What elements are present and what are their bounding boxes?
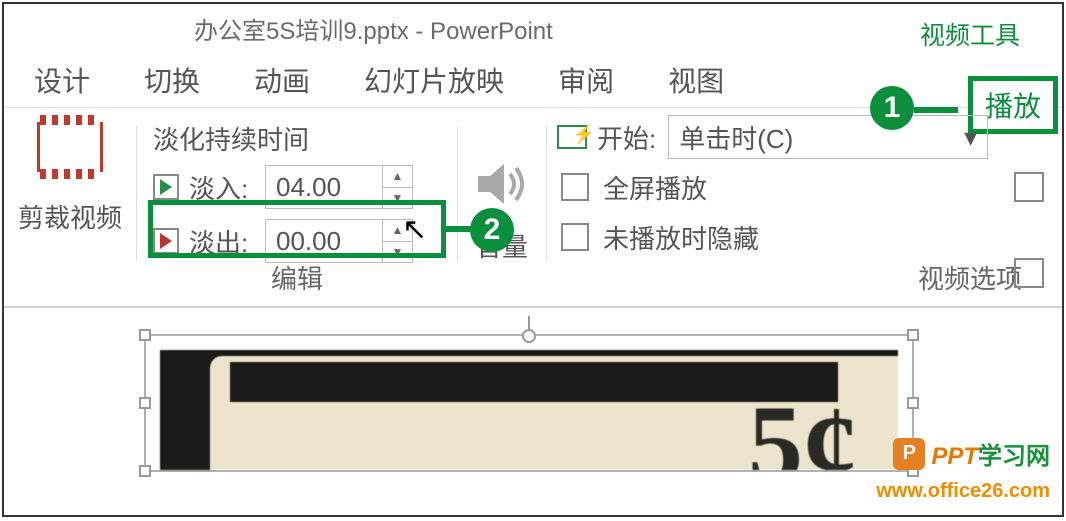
start-label: 开始: <box>597 119 656 156</box>
fade-out-input[interactable]: 00.00 <box>265 219 383 263</box>
fade-in-spinner[interactable]: ▲▼ <box>383 165 413 209</box>
contextual-tab-video-tools[interactable]: 视频工具 <box>900 10 1040 58</box>
video-object-selection[interactable]: 5¢ <box>144 334 914 472</box>
window-title: 办公室5S培训9.pptx - PowerPoint <box>194 11 553 46</box>
tab-review[interactable]: 审阅 <box>558 60 614 100</box>
group-label-edit: 编辑 <box>137 259 457 296</box>
fade-in-input[interactable]: 04.00 <box>265 165 383 209</box>
trim-video-button[interactable]: 剪裁视频 <box>18 198 122 235</box>
fade-out-icon <box>153 228 179 254</box>
right-options-column <box>1010 156 1058 288</box>
group-volume: 音量 <box>458 108 546 306</box>
hide-not-playing-checkbox[interactable] <box>561 223 589 251</box>
fade-duration-label: 淡化持续时间 <box>153 120 447 157</box>
start-dropdown-value: 单击时(C) <box>679 119 793 156</box>
hide-not-playing-label: 未播放时隐藏 <box>603 219 759 256</box>
fade-out-label: 淡出: <box>189 223 265 260</box>
fade-out-spinner[interactable]: ▲▼ <box>383 219 413 263</box>
tab-view[interactable]: 视图 <box>668 60 724 100</box>
fullscreen-checkbox[interactable] <box>561 173 589 201</box>
watermark-badge-icon: P <box>893 438 925 470</box>
speaker-icon[interactable] <box>472 154 532 219</box>
resize-handle-tr[interactable] <box>907 329 919 341</box>
group-label-video-options: 视频选项 <box>918 259 1022 296</box>
fullscreen-label: 全屏播放 <box>603 169 707 206</box>
callout-badge-2: 2 <box>470 208 514 252</box>
chevron-down-icon: ▾ <box>964 122 977 153</box>
watermark-url-1: www.office26.com <box>876 480 1050 503</box>
tab-slideshow[interactable]: 幻灯片放映 <box>364 60 504 100</box>
rotate-handle[interactable] <box>522 329 536 343</box>
group-trim-video: 剪裁视频 <box>4 108 136 306</box>
group-video-options: ⚡ 开始: 单击时(C) ▾ 全屏播放 未播放时隐藏 视频选项 <box>547 108 1062 306</box>
fade-in-icon <box>153 174 179 200</box>
start-dropdown[interactable]: 单击时(C) ▾ <box>668 115 988 159</box>
watermark-logo-1: P PPT学习网 <box>893 436 1050 471</box>
video-preview: 5¢ <box>160 350 898 470</box>
tab-animation[interactable]: 动画 <box>254 60 310 100</box>
resize-handle-tl[interactable] <box>139 329 151 341</box>
fade-in-label: 淡入: <box>189 169 265 206</box>
start-play-icon: ⚡ <box>557 125 587 149</box>
resize-handle-l[interactable] <box>139 397 151 409</box>
resize-handle-r[interactable] <box>907 397 919 409</box>
resize-handle-bl[interactable] <box>139 465 151 477</box>
film-strip-icon[interactable] <box>37 122 103 172</box>
rewind-checkbox[interactable] <box>1014 258 1044 288</box>
group-edit: 淡化持续时间 淡入: 04.00 ▲▼ 淡出: 00.00 ▲▼ 编辑 <box>137 108 457 306</box>
tab-transition[interactable]: 切换 <box>144 60 200 100</box>
video-preview-text: 5¢ <box>748 381 858 470</box>
callout-connector-2 <box>443 226 473 232</box>
callout-connector-1 <box>914 107 958 113</box>
loop-checkbox[interactable] <box>1014 172 1044 202</box>
callout-badge-1: 1 <box>870 86 914 130</box>
tab-design[interactable]: 设计 <box>34 60 90 100</box>
